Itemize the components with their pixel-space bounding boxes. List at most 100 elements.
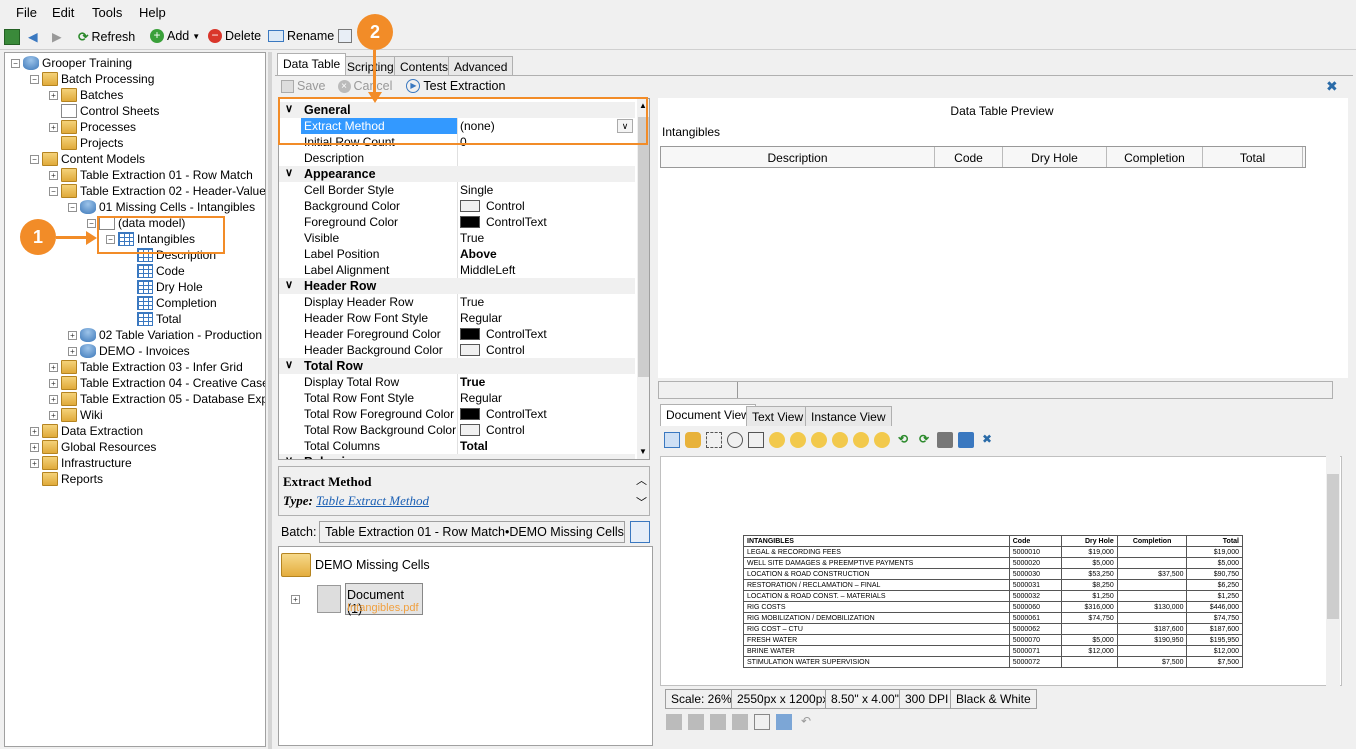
- undo-icon[interactable]: ↶: [798, 714, 814, 730]
- image-icon-2[interactable]: [688, 714, 704, 730]
- batch-browse-icon[interactable]: [630, 521, 650, 543]
- property-grid[interactable]: ∨ General Extract Method (none) ∨ Initial Row…: [278, 98, 650, 460]
- collapse-icon[interactable]: −: [30, 154, 39, 164]
- property-row[interactable]: Total Columns Total: [279, 438, 635, 454]
- refresh-button[interactable]: ⟳ Refresh: [78, 29, 135, 45]
- tree-node[interactable]: + Table Extraction 03 - Infer Grid: [49, 359, 243, 375]
- tree-node[interactable]: − Batch Processing: [30, 71, 154, 87]
- zoom-fit-icon[interactable]: [832, 432, 848, 448]
- property-value[interactable]: True: [460, 375, 485, 389]
- property-row[interactable]: Label Position Above: [279, 246, 635, 262]
- zoom-in-icon[interactable]: [769, 432, 785, 448]
- forward-button[interactable]: ▶: [52, 29, 62, 44]
- preview-column-header[interactable]: Dry Hole: [1003, 147, 1107, 167]
- expand-document-icon[interactable]: +: [291, 595, 300, 604]
- preview-scrollbar[interactable]: [658, 381, 1333, 399]
- property-value[interactable]: Control: [460, 343, 525, 357]
- add-button[interactable]: + Add ▼: [150, 29, 200, 43]
- property-category[interactable]: ∨ Header Row: [279, 278, 635, 294]
- property-value[interactable]: Control: [460, 199, 525, 213]
- process-icon[interactable]: [776, 714, 792, 730]
- help-scroll-up-icon[interactable]: ︿: [636, 472, 647, 488]
- property-row[interactable]: Total Row Foreground Color ControlText: [279, 406, 635, 422]
- rotate-left-icon[interactable]: ⟲: [895, 432, 911, 448]
- tree-node[interactable]: + Data Extraction: [30, 423, 143, 439]
- image-icon-3[interactable]: [710, 714, 726, 730]
- property-row[interactable]: Label Alignment MiddleLeft: [279, 262, 635, 278]
- property-row[interactable]: Header Background Color Control: [279, 342, 635, 358]
- cancel-button[interactable]: ×Cancel: [337, 79, 392, 93]
- rotate-right-icon[interactable]: ⟳: [916, 432, 932, 448]
- tree-node[interactable]: + Global Resources: [30, 439, 156, 455]
- collapse-category-icon[interactable]: ∨: [285, 454, 293, 459]
- property-category[interactable]: ∨ Total Row: [279, 358, 635, 374]
- preview-column-header[interactable]: Code: [935, 147, 1003, 167]
- expand-icon[interactable]: +: [49, 410, 58, 420]
- document-scrollbar[interactable]: [1326, 456, 1340, 686]
- property-category[interactable]: ∨ Appearance: [279, 166, 635, 182]
- property-value[interactable]: ControlText: [460, 407, 547, 421]
- expand-icon[interactable]: +: [49, 170, 58, 180]
- back-button[interactable]: ◀: [28, 29, 38, 44]
- collapse-category-icon[interactable]: ∨: [285, 166, 293, 179]
- tree-node[interactable]: Reports: [30, 471, 103, 487]
- tree-node[interactable]: Completion: [125, 295, 217, 311]
- document-scroll-thumb[interactable]: [1327, 474, 1339, 619]
- expand-icon[interactable]: +: [68, 346, 77, 356]
- collapse-icon[interactable]: −: [11, 58, 20, 68]
- property-row[interactable]: Visible True: [279, 230, 635, 246]
- property-row[interactable]: Description: [279, 150, 635, 166]
- scroll-down-icon[interactable]: ▼: [639, 447, 647, 456]
- collapse-icon[interactable]: −: [87, 218, 96, 228]
- tab-instance-view[interactable]: Instance View: [805, 406, 892, 426]
- property-row[interactable]: Total Row Font Style Regular: [279, 390, 635, 406]
- scroll-thumb[interactable]: [638, 117, 649, 377]
- menu-edit[interactable]: Edit: [52, 5, 74, 20]
- tab-text-view[interactable]: Text View: [746, 406, 810, 426]
- crop-icon[interactable]: [754, 714, 770, 730]
- collapse-category-icon[interactable]: ∨: [285, 358, 293, 371]
- property-value[interactable]: True: [460, 295, 484, 309]
- tree-node[interactable]: + Processes: [49, 119, 136, 135]
- property-value[interactable]: Single: [460, 183, 493, 197]
- tab-data-table[interactable]: Data Table: [277, 53, 347, 75]
- property-row[interactable]: Foreground Color ControlText: [279, 214, 635, 230]
- help-scroll-down-icon[interactable]: ﹀: [636, 494, 647, 510]
- menu-help[interactable]: Help: [139, 5, 166, 20]
- tree-options-button[interactable]: [338, 29, 352, 43]
- home-button[interactable]: [4, 29, 20, 45]
- property-value[interactable]: Total: [460, 439, 488, 453]
- property-value[interactable]: True: [460, 231, 484, 245]
- zoom-page-icon[interactable]: [748, 432, 764, 448]
- menu-tools[interactable]: Tools: [92, 5, 122, 20]
- tab-advanced[interactable]: Advanced: [448, 56, 514, 76]
- tree-node[interactable]: Code: [125, 263, 185, 279]
- collapse-icon[interactable]: −: [30, 74, 39, 84]
- zoom-width-icon[interactable]: [853, 432, 869, 448]
- property-row[interactable]: Cell Border Style Single: [279, 182, 635, 198]
- image-icon-1[interactable]: [666, 714, 682, 730]
- expand-icon[interactable]: +: [49, 378, 58, 388]
- property-row[interactable]: Display Total Row True: [279, 374, 635, 390]
- property-value[interactable]: ControlText: [460, 215, 547, 229]
- collapse-icon[interactable]: −: [68, 202, 77, 212]
- batch-selector[interactable]: Table Extraction 01 - Row Match•DEMO Mis…: [319, 521, 625, 543]
- property-row[interactable]: Header Row Font Style Regular: [279, 310, 635, 326]
- tree-node[interactable]: + Table Extraction 04 - Creative Cases: [49, 375, 265, 391]
- zoom-region-icon[interactable]: [727, 432, 743, 448]
- tree-node[interactable]: − 01 Missing Cells - Intangibles: [68, 199, 255, 215]
- document-viewer[interactable]: INTANGIBLES Code Dry Hole Completion Total LE…: [660, 456, 1342, 686]
- preview-column-header[interactable]: Total: [1203, 147, 1303, 167]
- tools-icon[interactable]: ✖: [1326, 78, 1344, 96]
- viewer-settings-icon[interactable]: ✖: [979, 432, 995, 448]
- print-icon[interactable]: [937, 432, 953, 448]
- pan-hand-icon[interactable]: [685, 432, 701, 448]
- tree-node[interactable]: + DEMO - Invoices: [68, 343, 190, 359]
- expand-icon[interactable]: +: [68, 330, 77, 340]
- tree-node[interactable]: + Batches: [49, 87, 123, 103]
- splitter[interactable]: [268, 52, 272, 749]
- zoom-actual-icon[interactable]: [811, 432, 827, 448]
- menu-file[interactable]: File: [16, 5, 37, 20]
- property-value[interactable]: Regular: [460, 311, 502, 325]
- tree-node[interactable]: Projects: [49, 135, 123, 151]
